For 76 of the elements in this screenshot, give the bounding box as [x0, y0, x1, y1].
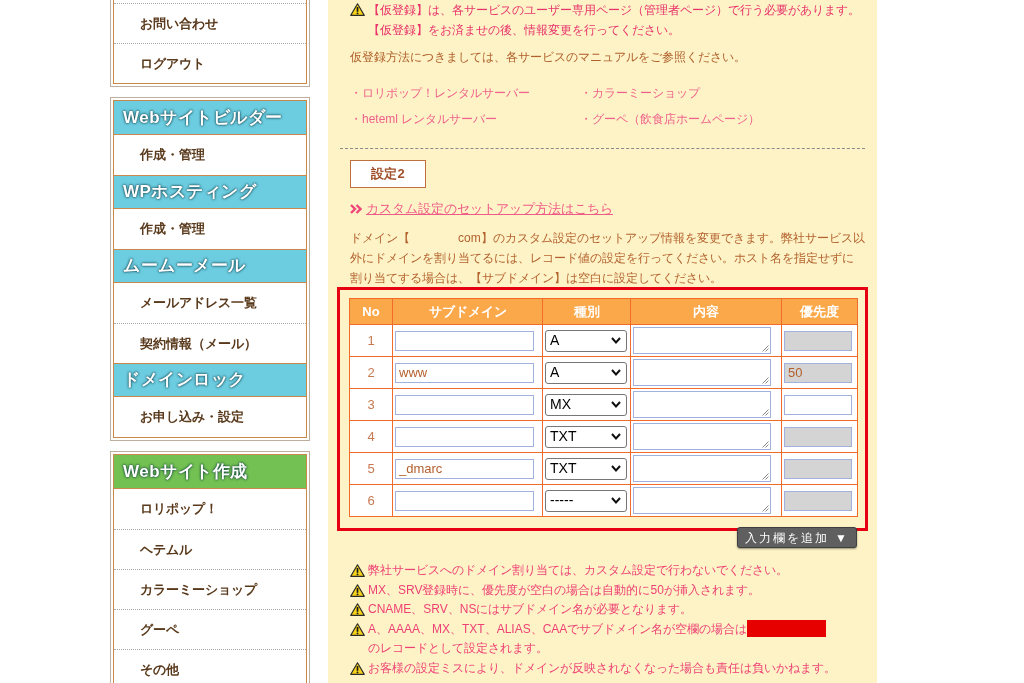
- resize-grip-icon[interactable]: [762, 345, 769, 352]
- warning-icon: [350, 603, 365, 616]
- table-cell: 5: [349, 452, 393, 485]
- subdomain-field[interactable]: [395, 426, 534, 447]
- subdomain-field[interactable]: [395, 394, 534, 415]
- subdomain-field[interactable]: [395, 490, 534, 511]
- sidebar-item[interactable]: 作成・管理: [114, 135, 306, 175]
- sidebar-item[interactable]: グーペ: [114, 609, 306, 649]
- record-type-select[interactable]: TXT: [545, 457, 627, 480]
- table-cell: 6: [349, 484, 393, 517]
- sidebar-section-header: Webサイト作成: [114, 455, 306, 489]
- warning-icon: [350, 661, 365, 675]
- description-text: ドメイン【 com】のカスタム設定のセットアップ情報を変更できます。弊社サービス以外にドメインを割り当てるには、レコード値の設定を行ってください。ホスト名を指定せずに割り当てする場合は、【サブドメイン】は空白に設定してください。: [350, 230, 865, 287]
- sidebar-item[interactable]: お申し込み・設定: [114, 397, 306, 437]
- subdomain-field[interactable]: _dmarc: [395, 458, 534, 479]
- note-text: MX、SRV登録時に、優先度が空白の場合は自動的に50が挿入されます。: [368, 582, 760, 597]
- content-field[interactable]: [633, 487, 771, 514]
- record-type-select[interactable]: A: [545, 329, 627, 352]
- content-field[interactable]: [633, 359, 771, 386]
- record-type-select[interactable]: TXT: [545, 425, 627, 448]
- resize-grip-icon[interactable]: [762, 473, 769, 480]
- sidebar-item[interactable]: ロリポップ！: [114, 489, 306, 529]
- chevron-down-icon: [611, 337, 621, 344]
- record-type-select[interactable]: MX: [545, 393, 627, 416]
- column-header: 内容: [630, 298, 782, 325]
- chevron-down-icon: [611, 497, 621, 504]
- record-type-select[interactable]: A: [545, 361, 627, 384]
- instruction-text: 仮登録方法につきましては、各サービスのマニュアルをご参照ください。: [350, 49, 747, 66]
- table-cell: 2: [349, 356, 393, 389]
- record-type-select[interactable]: -----: [545, 489, 627, 512]
- note-text: のレコードとして設定されます。: [368, 641, 548, 655]
- sidebar-item[interactable]: ログアウト: [114, 43, 306, 83]
- sidebar-item[interactable]: その他: [114, 649, 306, 683]
- resize-grip-icon[interactable]: [762, 505, 769, 512]
- chevron-down-icon: [611, 401, 621, 408]
- column-header: サブドメイン: [392, 298, 543, 325]
- resize-grip-icon[interactable]: [762, 377, 769, 384]
- sidebar-item[interactable]: カラーミーショップ: [114, 569, 306, 609]
- warning-icon: [350, 583, 365, 597]
- note-text: お客様の設定ミスにより、ドメインが反映されなくなった場合も責任は負いかねます。: [368, 660, 836, 675]
- add-row-button[interactable]: 入力欄を追加 ▼: [736, 527, 857, 548]
- content-field[interactable]: [633, 455, 771, 482]
- table-cell: 3: [349, 388, 393, 421]
- note-text: CNAME、SRV、NSにはサブドメイン名が必要となります。: [368, 602, 693, 616]
- sidebar-item[interactable]: 作成・管理: [114, 209, 306, 249]
- warning-icon: [350, 622, 365, 636]
- priority-field[interactable]: [784, 394, 852, 415]
- chevron-down-icon: [611, 433, 621, 440]
- column-header: 種別: [542, 298, 631, 325]
- sidebar-section-header: WPホスティング: [114, 175, 306, 209]
- warning-icon: [350, 564, 365, 577]
- warning-icon: [350, 3, 365, 16]
- resize-grip-icon[interactable]: [762, 409, 769, 416]
- double-chevron-icon: [350, 204, 362, 214]
- note-text: 弊社サービスへのドメイン割り当ては、カスタム設定で行わないでください。: [368, 563, 788, 577]
- chevron-down-icon: [611, 465, 621, 472]
- sidebar-section-header: ドメインロック: [114, 363, 306, 397]
- note-text: A、AAAA、MX、TXT、ALIAS、CAAでサブドメイン名が空欄の場合は: [368, 621, 748, 636]
- table-cell: 1: [349, 324, 393, 357]
- notice-text: 【仮登録】は、各サービスのユーザー専用ページ（管理者ページ）で行う必要があります。【仮登録】をお済ませの後、情報変更を行ってください。: [368, 2, 861, 39]
- column-header: 優先度: [781, 298, 858, 325]
- sidebar-section-header: Webサイトビルダー: [114, 101, 306, 135]
- sidebar-section-header: ムームーメール: [114, 249, 306, 283]
- table-cell: 4: [349, 420, 393, 453]
- content-field[interactable]: [633, 391, 771, 418]
- sidebar-item[interactable]: メールアドレス一覧: [114, 283, 306, 323]
- content-field[interactable]: [633, 327, 771, 354]
- resize-grip-icon[interactable]: [762, 441, 769, 448]
- section-label: 設定2: [350, 160, 426, 188]
- subdomain-field[interactable]: www: [395, 362, 534, 383]
- column-header: No: [349, 298, 393, 325]
- chevron-down-icon: [611, 369, 621, 376]
- sidebar-item[interactable]: ヘテムル: [114, 529, 306, 569]
- content-field[interactable]: [633, 423, 771, 450]
- sidebar-item[interactable]: お問い合わせ: [114, 3, 306, 43]
- subdomain-field[interactable]: [395, 330, 534, 351]
